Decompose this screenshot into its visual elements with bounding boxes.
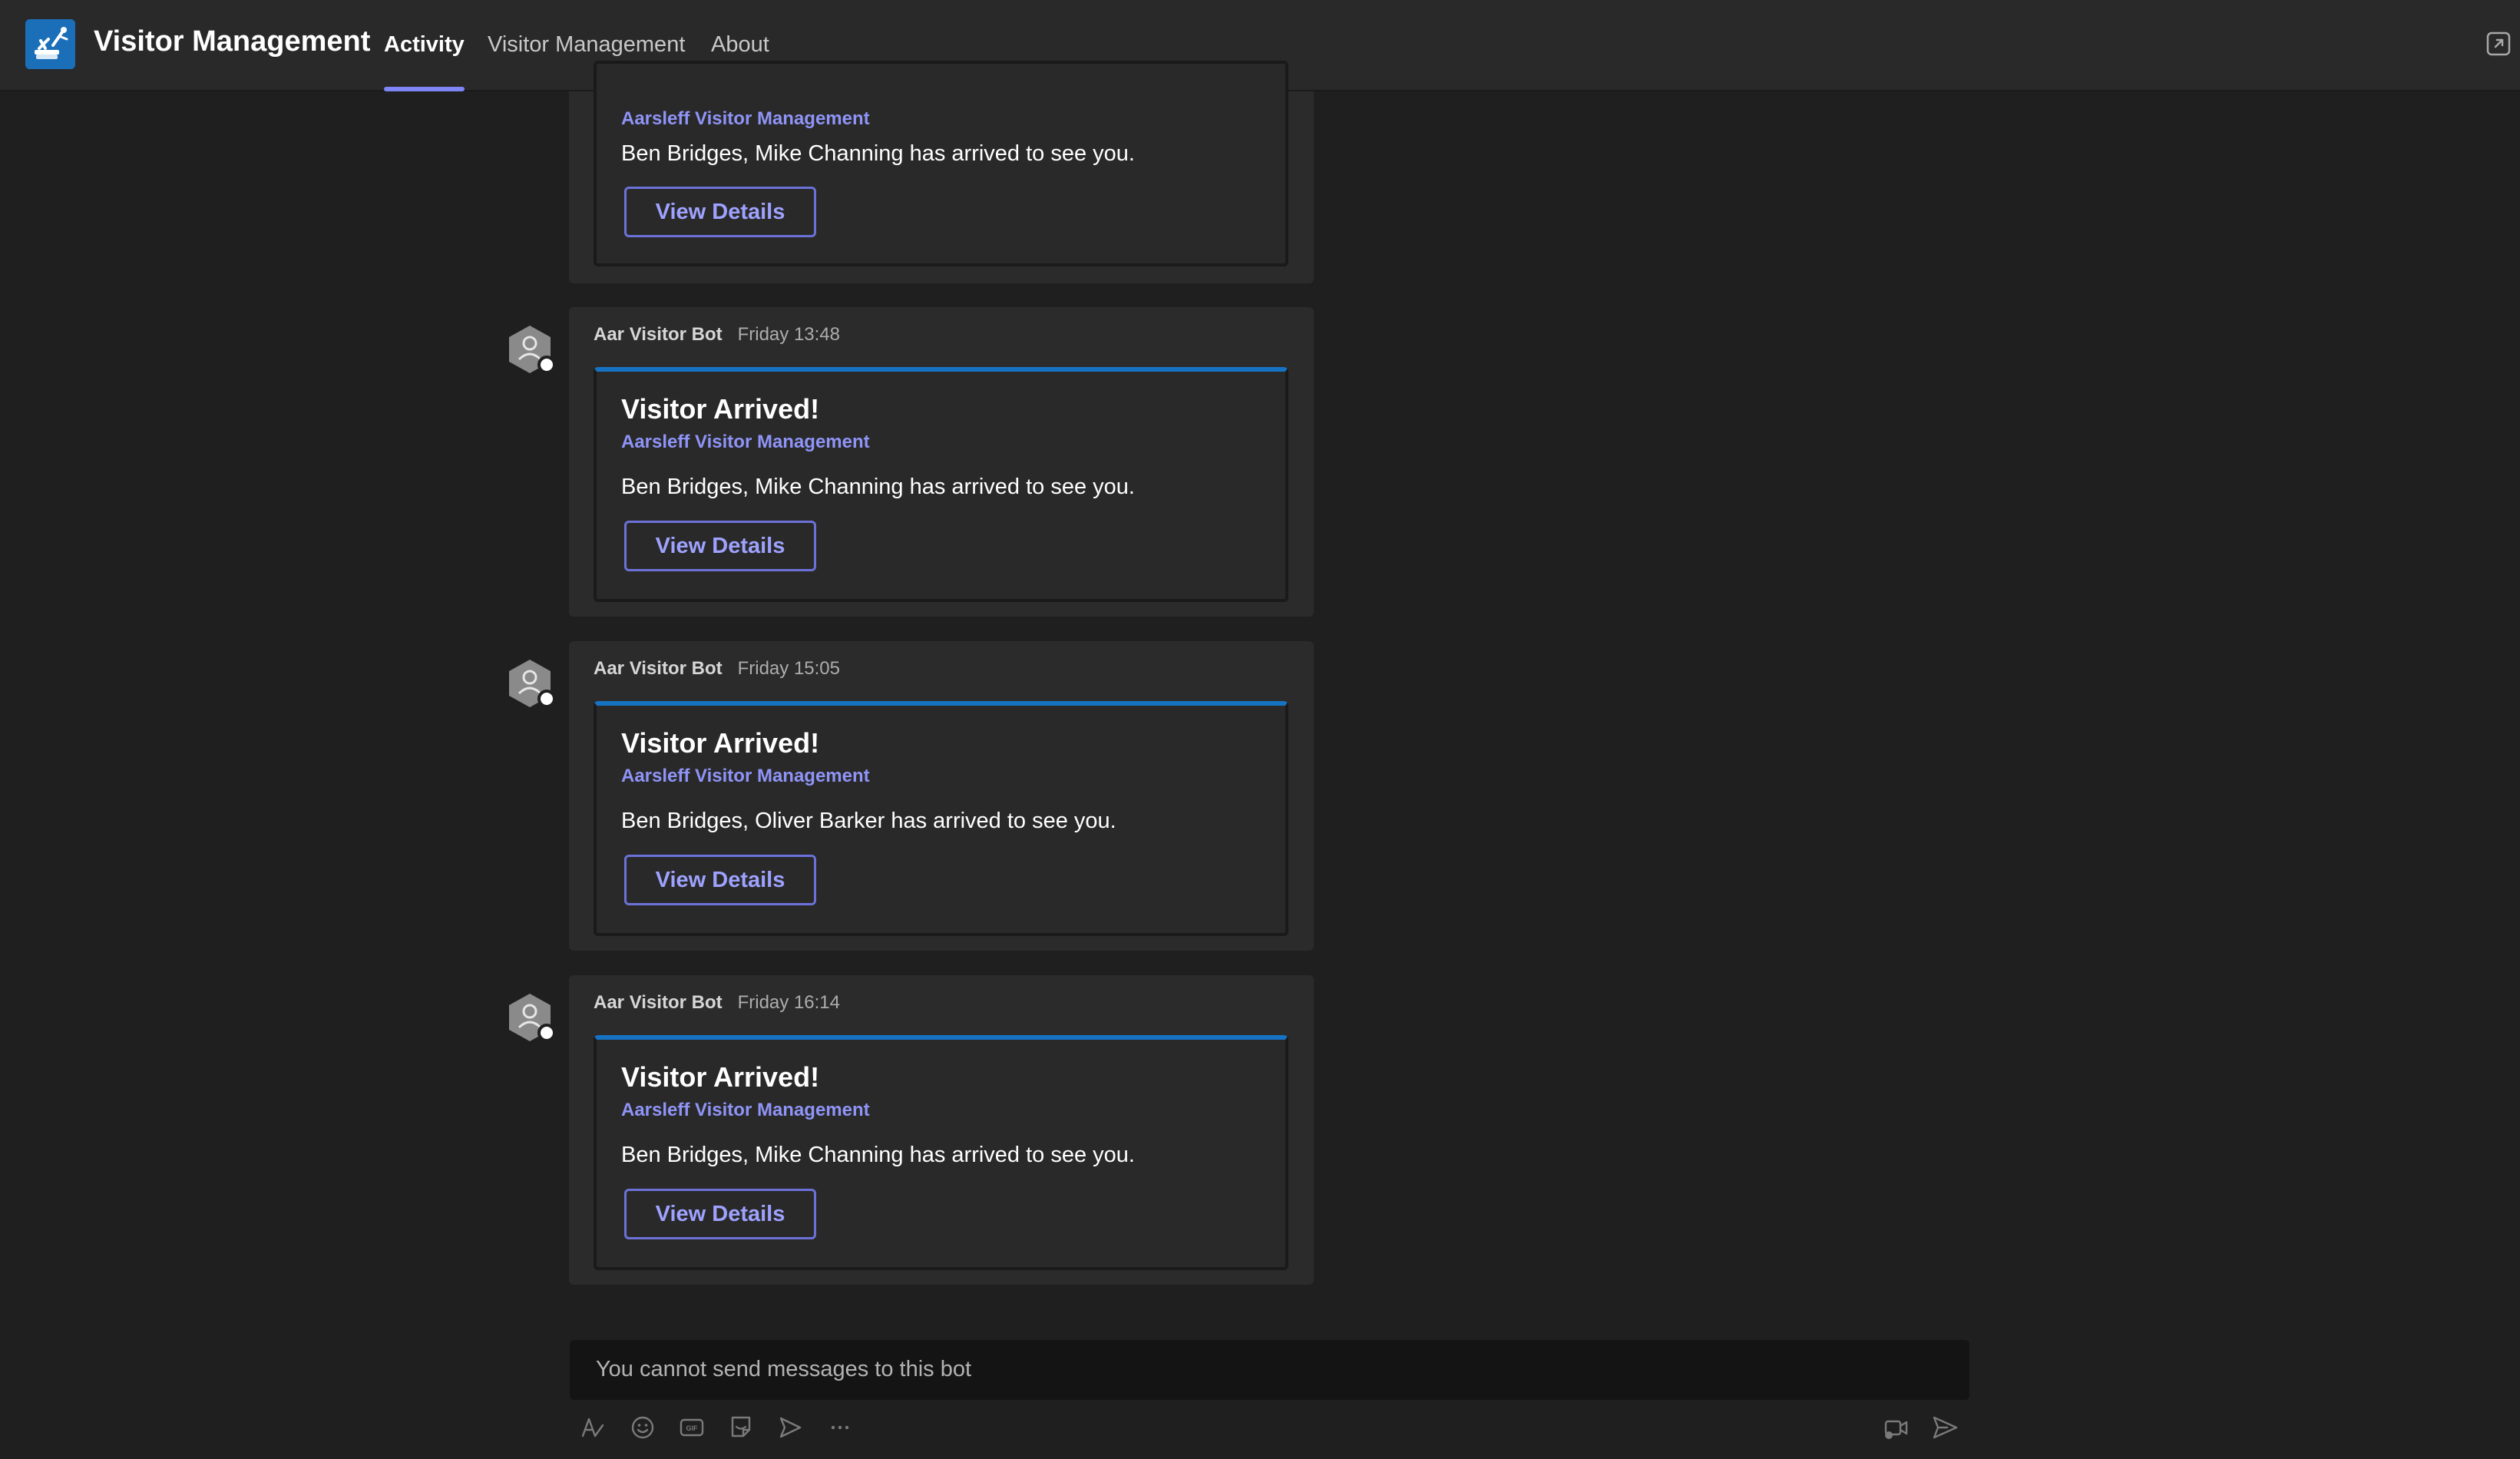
card-subtitle: Aarsleff Visitor Management [621, 432, 870, 452]
card-body: Ben Bridges, Mike Channing has arrived t… [621, 141, 1135, 166]
tab-visitor-management-label: Visitor Management [488, 32, 686, 57]
message-time: Friday 16:14 [737, 992, 840, 1013]
bot-avatar-icon [509, 994, 556, 1042]
more-options-icon[interactable] [825, 1413, 855, 1442]
message-item: Aar Visitor Bot Friday 13:48 Visitor Arri… [503, 307, 1314, 617]
teams-app: Visitor Management Activity Visitor Mana… [0, 0, 2520, 1459]
active-tab-indicator [384, 87, 465, 91]
message-bubble: Aar Visitor Bot Friday 16:14 Visitor Arri… [569, 975, 1314, 1285]
message-item: Aar Visitor Bot Friday 16:14 Visitor Arri… [503, 975, 1314, 1285]
sticker-icon[interactable] [726, 1413, 756, 1442]
sender-name: Aar Visitor Bot [594, 658, 723, 679]
tab-activity-label: Activity [384, 32, 465, 57]
view-details-button[interactable]: View Details [624, 521, 816, 571]
card-subtitle: Aarsleff Visitor Management [621, 1100, 870, 1120]
app-title: Visitor Management [94, 25, 371, 58]
card-title: Visitor Arrived! [621, 393, 820, 425]
popout-icon[interactable] [2485, 31, 2512, 57]
message-time: Friday 15:05 [737, 658, 840, 679]
bot-avatar-icon [509, 660, 556, 708]
sender-name: Aar Visitor Bot [594, 992, 723, 1013]
card-subtitle: Aarsleff Visitor Management [621, 766, 870, 786]
compose-box[interactable]: You cannot send messages to this bot [570, 1340, 1969, 1400]
message-item: Aarsleff Visitor Management Ben Bridges,… [503, 61, 1314, 283]
adaptive-card: Aarsleff Visitor Management Ben Bridges,… [594, 61, 1288, 266]
adaptive-card: Visitor Arrived! Aarsleff Visitor Manage… [594, 1035, 1288, 1270]
bot-avatar [503, 657, 557, 710]
card-body: Ben Bridges, Mike Channing has arrived t… [621, 475, 1135, 499]
card-body: Ben Bridges, Oliver Barker has arrived t… [621, 809, 1116, 833]
visitor-management-logo-icon [25, 19, 75, 69]
message-meta: Aar Visitor Bot Friday 13:48 [594, 324, 840, 346]
tab-about-label: About [711, 32, 769, 57]
message-bubble: Aarsleff Visitor Management Ben Bridges,… [569, 61, 1314, 283]
bot-avatar-icon [509, 326, 556, 374]
gif-icon[interactable]: GIF [677, 1413, 706, 1442]
message-item: Aar Visitor Bot Friday 15:05 Visitor Arri… [503, 641, 1314, 951]
card-body: Ben Bridges, Mike Channing has arrived t… [621, 1143, 1135, 1167]
adaptive-card: Visitor Arrived! Aarsleff Visitor Manage… [594, 367, 1288, 602]
bot-avatar [503, 323, 557, 376]
view-details-button[interactable]: View Details [624, 1189, 816, 1239]
send-icon[interactable] [1930, 1413, 1959, 1442]
message-time: Friday 13:48 [737, 324, 840, 345]
message-bubble: Aar Visitor Bot Friday 13:48 Visitor Arri… [569, 307, 1314, 617]
card-title: Visitor Arrived! [621, 727, 820, 759]
view-details-button[interactable]: View Details [624, 855, 816, 905]
message-meta: Aar Visitor Bot Friday 15:05 [594, 658, 840, 680]
bot-avatar [503, 991, 557, 1044]
video-clip-icon[interactable] [1881, 1413, 1910, 1442]
format-icon[interactable] [578, 1413, 607, 1442]
view-details-button[interactable]: View Details [624, 187, 816, 237]
card-title: Visitor Arrived! [621, 1061, 820, 1093]
message-meta: Aar Visitor Bot Friday 16:14 [594, 992, 840, 1014]
emoji-icon[interactable] [628, 1413, 657, 1442]
message-bubble: Aar Visitor Bot Friday 15:05 Visitor Arri… [569, 641, 1314, 951]
svg-text:GIF: GIF [686, 1424, 699, 1432]
tab-activity[interactable]: Activity [384, 32, 465, 91]
compose-disabled-text: You cannot send messages to this bot [596, 1357, 972, 1381]
adaptive-card: Visitor Arrived! Aarsleff Visitor Manage… [594, 701, 1288, 936]
sender-name: Aar Visitor Bot [594, 324, 723, 345]
schedule-icon[interactable] [776, 1413, 805, 1442]
card-subtitle: Aarsleff Visitor Management [621, 108, 870, 129]
